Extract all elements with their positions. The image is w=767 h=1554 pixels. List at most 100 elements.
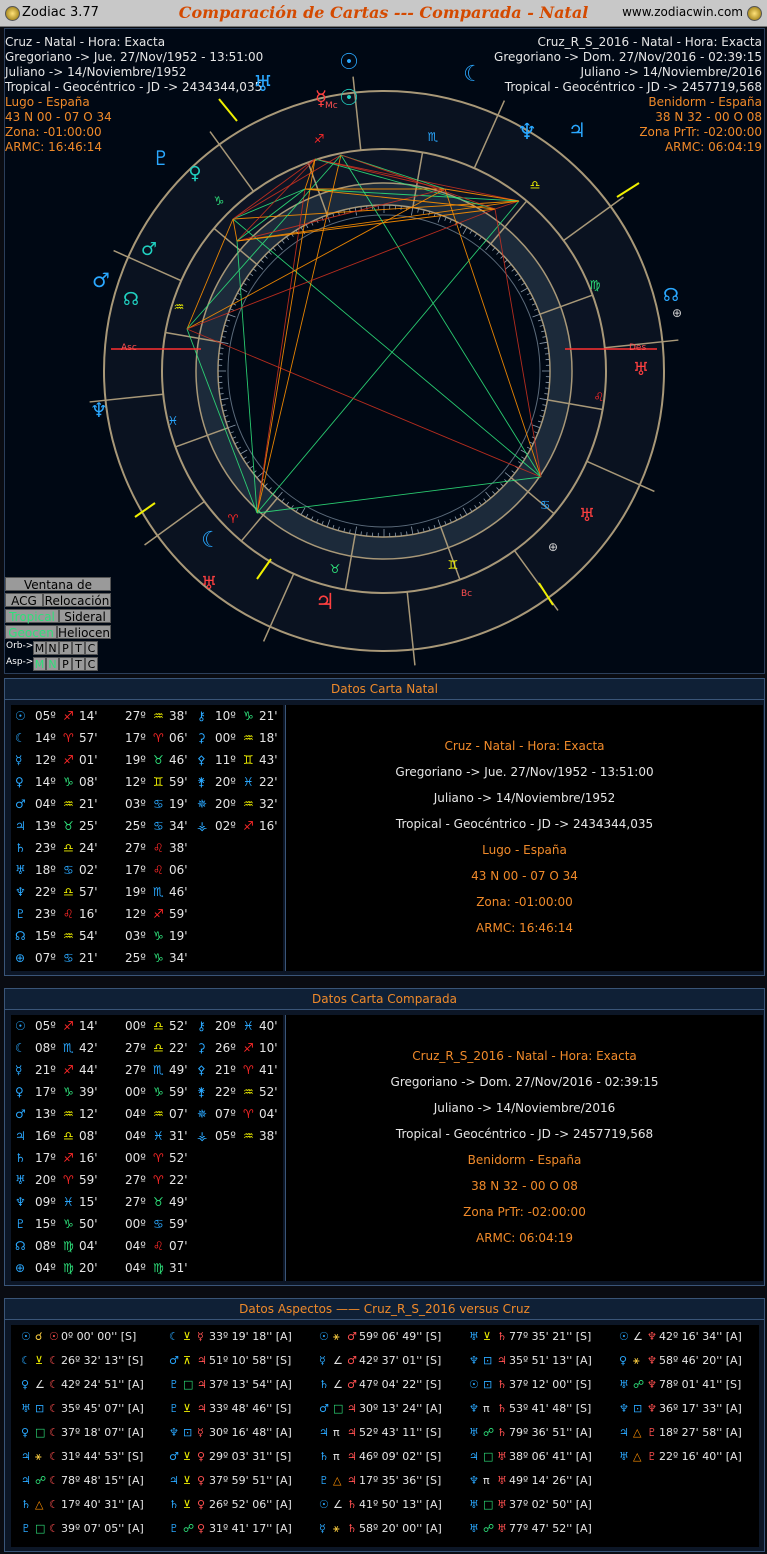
aspect-planet-a-icon: ♄: [319, 1450, 329, 1463]
astrology-wheel[interactable]: ♐ ♏♎♍♌♋♊♉♈♓♒♑☉ ☾♅♆ ♃♇♂♆☾☊☉♀♂☊☿♅♅♅♃⊕⊕: [5, 29, 764, 673]
planet-degree: 14º: [35, 731, 56, 745]
aspect-row: ☉ ☌ ☉ 0º 00' 00'' [S] ☾ ⊻ ☿ 33º 19' 18'' [A] ☉ ⚹ ♂…: [11, 1325, 759, 1349]
asteroid-degree: 22º: [215, 1085, 236, 1099]
aspect-value: 30º 13' 24'' [A]: [359, 1402, 442, 1415]
sign-glyph-icon: ♒: [243, 1085, 254, 1099]
planet-row: ☉ 05º ♐ 14' 00º ♎ 52' ⚷ 20º ♓ 40': [11, 1015, 283, 1037]
degree-tick: [219, 393, 224, 395]
orb-toggle-t[interactable]: T: [72, 641, 85, 655]
house-degree: 25º: [125, 951, 146, 965]
aspect-value: 49º 14' 26'' [A]: [509, 1474, 592, 1487]
house-degree: 27º: [125, 1041, 146, 1055]
geocen-button[interactable]: Geocen: [5, 625, 57, 640]
planet-minute: 24': [79, 841, 98, 855]
aspect-symbol-icon: ⊻: [183, 1330, 192, 1343]
planet-degree: 08º: [35, 1041, 56, 1055]
aspect-planet-b-icon: ♃: [347, 1426, 357, 1439]
aspect-value: 35º 51' 13'' [A]: [509, 1354, 592, 1367]
planet-row: ♀ 17º ♑ 39' 00º ♑ 59' ⚵ 22º ♒ 52': [11, 1081, 283, 1103]
compared-details: Cruz_R_S_2016 - Natal - Hora: Exacta Greg…: [285, 1015, 763, 1281]
sign-glyph-icon: ♋: [153, 1217, 164, 1231]
planet-glyph-icon: ♀: [15, 775, 24, 789]
asp-toggle-n[interactable]: N: [46, 657, 59, 671]
aspect-planet-a-icon: ☉: [619, 1330, 629, 1343]
orb-toggle-n[interactable]: N: [46, 641, 59, 655]
planet-degree: 13º: [35, 1107, 56, 1121]
planet-degree: 04º: [35, 797, 56, 811]
sign-glyph-icon: ♍: [63, 1239, 74, 1253]
aspect-planet-a-icon: ☉: [319, 1498, 329, 1511]
sign-glyph-icon: ♒: [243, 731, 254, 745]
asteroid-degree: 00º: [215, 731, 236, 745]
aspect-value: 42º 37' 01'' [S]: [359, 1354, 442, 1367]
aspect-symbol-icon: □: [333, 1402, 344, 1415]
relocacion-button[interactable]: Relocación: [43, 593, 111, 608]
asp-toggle-p[interactable]: P: [59, 657, 72, 671]
aspect-symbol-icon: ∠: [333, 1378, 343, 1391]
aspect-row: ♃ ☍ ☾ 78º 48' 15'' [A] ♃ ⊻ ♀ 37º 59' 51'' [A] ♇ △…: [11, 1469, 759, 1493]
asteroid-minute: 40': [259, 1019, 278, 1033]
ciclos-button[interactable]: Ventana de Ciclos: [5, 577, 111, 606]
natal-details: Cruz - Natal - Hora: Exacta Gregoriano ->…: [285, 705, 763, 971]
aspect-planet-a-icon: ☿: [319, 1522, 326, 1535]
aspect-planet-b-icon: ♅: [497, 1498, 507, 1511]
aspect-row: ♀ □ ☾ 37º 18' 07'' [A] ♆ ⊡ ☿ 30º 16' 48'' [A] ♃ π…: [11, 1421, 759, 1445]
sign-glyph-icon: ♐: [153, 907, 164, 921]
aspect-planet-b-icon: ☉: [49, 1330, 59, 1343]
aspect-value: 42º 24' 51'' [A]: [61, 1378, 144, 1391]
asteroid-glyph-icon: ⚵: [197, 1085, 206, 1099]
sign-glyph-icon: ♑: [63, 1085, 74, 1099]
acg-button[interactable]: ACG: [5, 593, 43, 608]
aspect-value: 79º 36' 51'' [A]: [509, 1426, 592, 1439]
planet-glyph-icon: ♇: [15, 907, 26, 921]
planet-row: ♂ 13º ♒ 12' 04º ♒ 07' ✵ 07º ♈ 04': [11, 1103, 283, 1125]
aspect-value: 33º 48' 46'' [S]: [209, 1402, 292, 1415]
orb-toggle-m[interactable]: M: [33, 641, 46, 655]
aspect-planet-a-icon: ♃: [469, 1450, 479, 1463]
house-degree: 03º: [125, 929, 146, 943]
aspect-planet-b-icon: ♂: [347, 1330, 357, 1343]
asp-toggle-m[interactable]: M: [33, 657, 46, 671]
tropical-button[interactable]: Tropical: [5, 609, 59, 624]
planet-row: ☾ 14º ♈ 57' 17º ♈ 06' ⚳ 00º ♒ 18': [11, 727, 283, 749]
planet-glyph-icon: ♃: [315, 590, 335, 615]
planet-degree: 23º: [35, 841, 56, 855]
aspect-planet-a-icon: ♇: [21, 1522, 31, 1535]
planet-glyph-icon: ♀: [15, 1085, 24, 1099]
asp-toggle-t[interactable]: T: [72, 657, 85, 671]
aspect-value: 51º 10' 58'' [S]: [209, 1354, 292, 1367]
zodiac-sign-icon: ♏: [428, 130, 439, 144]
planet-glyph-icon: ♇: [152, 146, 170, 170]
aspect-value: 17º 35' 36'' [S]: [359, 1474, 442, 1487]
aspect-planet-b-icon: ♅: [497, 1474, 507, 1487]
planet-row: ☿ 12º ♐ 01' 19º ♉ 46' ⚴ 11º ♊ 43': [11, 749, 283, 771]
planet-glyph-icon: ⊕: [15, 1261, 26, 1275]
sign-glyph-icon: ♍: [63, 1261, 74, 1275]
zodiac-sign-icon: ♎: [530, 178, 541, 192]
heliocen-button[interactable]: Heliocen: [57, 625, 111, 640]
house-degree: 19º: [125, 753, 146, 767]
detail-line: Cruz - Natal - Hora: Exacta: [444, 739, 605, 753]
planet-row: ♄ 23º ♎ 24' 27º ♌ 38': [11, 837, 283, 859]
detail-line: Cruz_R_S_2016 - Natal - Hora: Exacta: [412, 1049, 637, 1063]
aspect-symbol-icon: ⊻: [183, 1402, 192, 1415]
house-minute: 49': [169, 1195, 188, 1209]
orb-toggle-c[interactable]: C: [85, 641, 98, 655]
aspect-symbol-icon: π: [333, 1450, 340, 1463]
aspect-planet-b-icon: ♃: [347, 1474, 357, 1487]
planet-degree: 14º: [35, 775, 56, 789]
orb-toggle-p[interactable]: P: [59, 641, 72, 655]
sign-glyph-icon: ♐: [243, 819, 254, 833]
aspect-planet-b-icon: ♀: [197, 1498, 206, 1511]
asp-toggle-c[interactable]: C: [85, 657, 98, 671]
detail-line: 43 N 00 - 07 O 34: [471, 869, 578, 883]
sign-glyph-icon: ♐: [63, 709, 74, 723]
planet-degree: 13º: [35, 819, 56, 833]
sideral-button[interactable]: Sideral: [59, 609, 111, 624]
detail-line: Tropical - Geocéntrico - JD -> 2457719,5…: [395, 1127, 654, 1141]
chart-area[interactable]: Cruz - Natal - Hora: Exacta Gregoriano ->…: [4, 28, 765, 674]
aspect-planet-a-icon: ☿: [319, 1354, 326, 1367]
zodiac-sign-icon: ♊: [448, 558, 459, 572]
planet-row: ⊕ 04º ♍ 20' 04º ♍ 31': [11, 1257, 283, 1279]
planet-row: ♇ 15º ♑ 50' 00º ♋ 59': [11, 1213, 283, 1235]
